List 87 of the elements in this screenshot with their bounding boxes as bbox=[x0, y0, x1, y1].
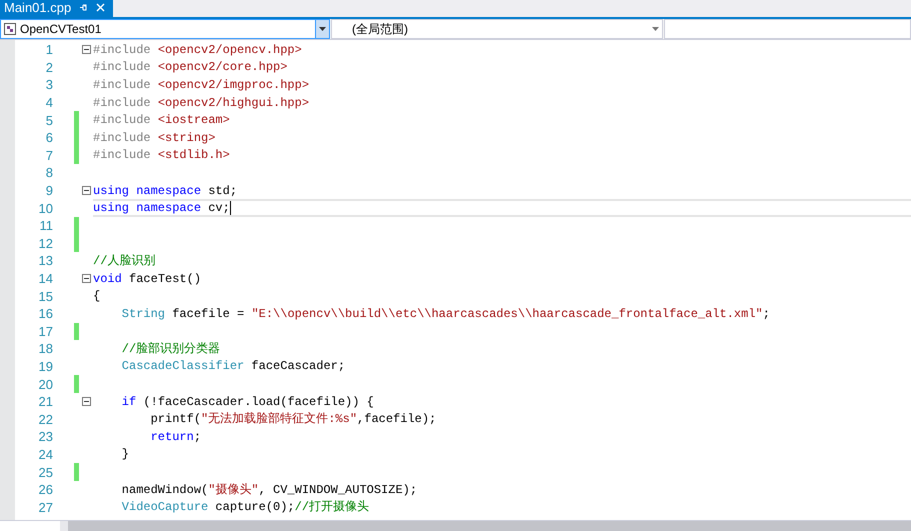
code-comment: //打开摄像头 bbox=[294, 499, 370, 516]
line-number: 4 bbox=[44, 96, 53, 110]
code-text: namedWindow( bbox=[120, 482, 208, 499]
code-comment: //脸部识别分类器 bbox=[120, 340, 220, 358]
preprocessor-directive: #include bbox=[93, 94, 152, 112]
code-text: { bbox=[93, 288, 100, 306]
line-number: 18 bbox=[38, 342, 53, 356]
preprocessor-directive: #include bbox=[93, 147, 152, 164]
line-number: 24 bbox=[38, 448, 53, 461]
code-text: } bbox=[120, 446, 130, 464]
line-number: 16 bbox=[38, 307, 53, 320]
pin-icon[interactable] bbox=[79, 3, 88, 12]
code-text: , CV_WINDOW_AUTOSIZE); bbox=[258, 482, 418, 499]
line-number: 26 bbox=[38, 483, 53, 496]
class-icon bbox=[4, 23, 16, 35]
keyword: if bbox=[120, 394, 136, 411]
string-literal: <iostream> bbox=[158, 112, 230, 130]
type-name: CascadeClassifier bbox=[120, 358, 244, 376]
preprocessor-directive: #include bbox=[93, 112, 152, 130]
string-literal: "E:\\opencv\\build\\etc\\haarcascades\\haarcascade_frontalface_alt.xml" bbox=[251, 306, 763, 323]
line-number: 12 bbox=[38, 236, 53, 250]
caret-icon bbox=[319, 27, 326, 31]
horizontal-scrollbar[interactable] bbox=[68, 521, 911, 531]
line-number: 1 bbox=[44, 43, 53, 56]
keyword: using namespace bbox=[93, 182, 202, 200]
preprocessor-directive: #include bbox=[93, 76, 152, 94]
collapse-icon[interactable] bbox=[82, 45, 90, 54]
code-text: faceTest() bbox=[128, 270, 202, 288]
type-name: String bbox=[120, 306, 166, 323]
project-name: OpenCVTest01 bbox=[20, 21, 102, 38]
code-text: ,facefile); bbox=[357, 411, 436, 428]
string-literal: <opencv2/opencv.hpp> bbox=[158, 42, 302, 59]
type-name: VideoCapture bbox=[120, 499, 208, 516]
scope-dropdown[interactable]: (全局范围) bbox=[331, 19, 663, 39]
line-number: 11 bbox=[38, 219, 53, 232]
preprocessor-directive: #include bbox=[93, 130, 152, 147]
preprocessor-directive: #include bbox=[93, 42, 152, 59]
file-tab[interactable]: Main01.cpp bbox=[0, 0, 114, 17]
code-text: facefile = bbox=[171, 306, 246, 323]
scope-name: (全局范围) bbox=[352, 21, 409, 38]
collapse-icon[interactable] bbox=[82, 397, 90, 406]
code-text: faceCascader; bbox=[250, 358, 346, 376]
code-text: ; bbox=[762, 306, 770, 323]
code-text: std; bbox=[207, 182, 238, 200]
line-number: 3 bbox=[44, 78, 53, 92]
collapse-icon[interactable] bbox=[82, 186, 90, 196]
collapse-icon[interactable] bbox=[82, 274, 90, 284]
code-comment: //人脸识别 bbox=[93, 252, 156, 270]
line-number: 25 bbox=[38, 466, 53, 479]
line-number: 27 bbox=[38, 500, 53, 514]
project-dropdown[interactable]: OpenCVTest01 bbox=[0, 19, 330, 39]
close-icon[interactable] bbox=[96, 3, 106, 12]
line-number: 14 bbox=[38, 272, 53, 286]
line-number: 22 bbox=[38, 412, 53, 426]
code-text: capture(0); bbox=[214, 499, 295, 516]
line-number: 21 bbox=[38, 395, 53, 408]
caret-icon bbox=[652, 27, 659, 31]
string-literal: "无法加载脸部特征文件:%s" bbox=[201, 411, 358, 428]
line-number: 19 bbox=[38, 360, 53, 373]
string-literal: "摄像头" bbox=[208, 482, 259, 499]
line-number: 7 bbox=[44, 148, 53, 162]
line-number: 13 bbox=[38, 254, 53, 268]
string-literal: <opencv2/imgproc.hpp> bbox=[158, 76, 310, 94]
line-number: 8 bbox=[44, 166, 53, 180]
keyword: using namespace bbox=[93, 200, 202, 218]
string-literal: <string> bbox=[158, 130, 216, 147]
line-number: 10 bbox=[38, 202, 53, 215]
line-number: 2 bbox=[44, 60, 53, 74]
string-literal: <stdlib.h> bbox=[158, 147, 230, 164]
keyword: return bbox=[150, 428, 194, 446]
string-literal: <opencv2/highgui.hpp> bbox=[158, 94, 310, 112]
string-literal: <opencv2/core.hpp> bbox=[158, 59, 288, 76]
code-text: ; bbox=[194, 428, 202, 446]
preprocessor-directive: #include bbox=[93, 59, 152, 76]
line-number: 23 bbox=[38, 430, 53, 444]
line-number: 20 bbox=[38, 378, 53, 391]
code-text: (!faceCascader.load(facefile)) { bbox=[142, 394, 374, 411]
text-cursor bbox=[230, 201, 231, 216]
dropdown-button[interactable] bbox=[315, 20, 329, 38]
code-text: cv; bbox=[207, 200, 230, 218]
keyword: void bbox=[93, 270, 122, 288]
line-number: 5 bbox=[44, 114, 53, 127]
line-number: 6 bbox=[44, 131, 53, 144]
line-number: 15 bbox=[38, 290, 53, 303]
code-text: printf( bbox=[150, 411, 202, 428]
line-number: 17 bbox=[38, 324, 53, 338]
line-number: 9 bbox=[44, 184, 53, 198]
